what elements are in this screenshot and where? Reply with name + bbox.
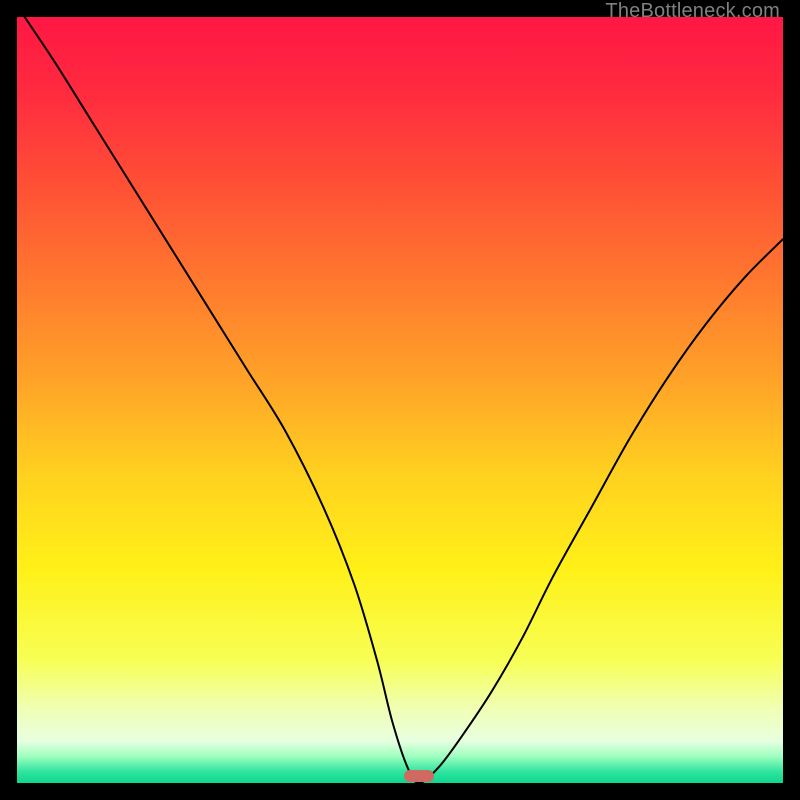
chart-frame: TheBottleneck.com [0, 0, 800, 800]
bottleneck-curve [17, 17, 783, 783]
optimum-marker [404, 770, 434, 782]
watermark-text: TheBottleneck.com [605, 0, 780, 23]
plot-area [17, 17, 783, 783]
